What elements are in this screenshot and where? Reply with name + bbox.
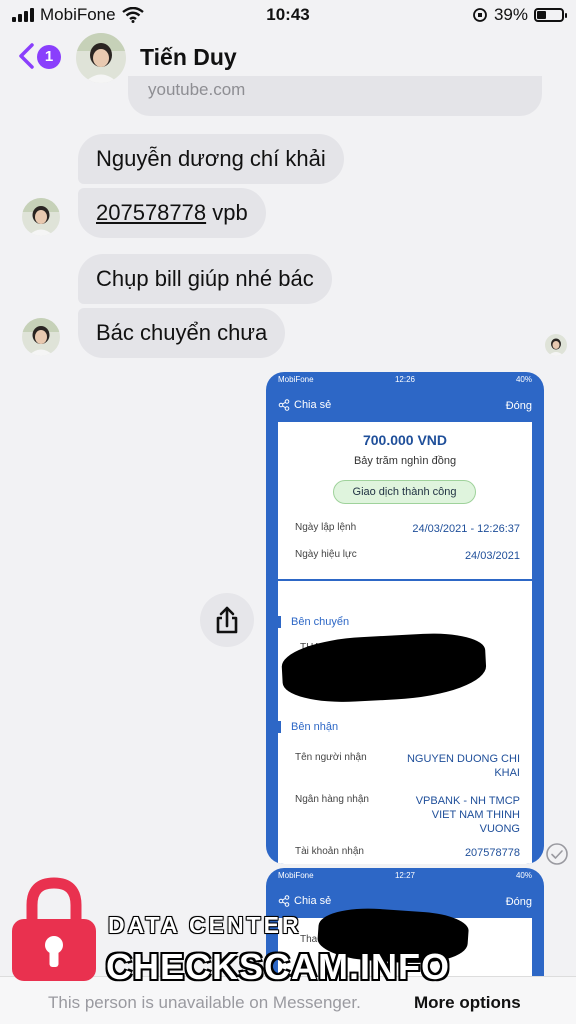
message-text: vpb <box>206 200 248 225</box>
message-bubble-4[interactable]: Bác chuyển chưa <box>78 308 286 358</box>
receipt-battery: 40% <box>515 871 532 880</box>
receipt-amount-words: Bảy trăm nghìn đồng <box>353 455 457 467</box>
receipt-time: 12:26 <box>394 375 416 384</box>
share-nodes-icon <box>278 399 290 411</box>
share-nodes-icon <box>278 895 290 907</box>
receipt-share: Chia sẻ <box>278 895 331 907</box>
read-receipt-avatar <box>545 334 567 356</box>
receipt-sender-section: Bên chuyển <box>278 616 349 628</box>
receipt-partial-text: Tha <box>300 934 318 945</box>
message-text: Bác chuyển chưa <box>96 320 268 345</box>
share-icon <box>216 606 238 634</box>
receipt-divider <box>266 579 544 581</box>
watermark-line-2: CHECKSCAM.INFO <box>106 946 450 987</box>
watermark-line-1: DATA CENTER <box>108 912 302 938</box>
receipt-bank-row: Ngân hàng nhận VPBANK - NH TMCP VIET NAM… <box>295 794 520 835</box>
contact-avatar[interactable] <box>76 33 126 83</box>
message-bubble-2[interactable]: 207578778 vpb <box>78 188 266 238</box>
receipt-time: 12:27 <box>394 871 416 880</box>
padlock-logo-icon <box>12 877 96 981</box>
sender-avatar[interactable] <box>22 318 60 356</box>
battery-icon <box>534 8 567 22</box>
receipt-status-badge: Giao dịch thành công <box>333 480 476 504</box>
receipt-receiver-section: Bên nhận <box>278 721 338 733</box>
orientation-lock-icon <box>473 8 487 22</box>
message-text: Nguyễn dương chí khải <box>96 146 326 171</box>
delivered-check-icon <box>546 843 568 865</box>
message-bubble-3[interactable]: Chụp bill giúp nhé bác <box>78 254 332 304</box>
back-chevron-icon[interactable] <box>16 42 38 70</box>
more-options-button[interactable]: More options <box>414 993 521 1013</box>
message-bubble-1[interactable]: Nguyễn dương chí khải <box>78 134 344 184</box>
messenger-screen: MobiFone 10:43 39% 1 Tiến Duy youtube.co… <box>0 0 576 1024</box>
unavailable-notice: This person is unavailable on Messenger. <box>48 993 361 1012</box>
receipt-effective-row: Ngày hiệu lực 24/03/2021 <box>295 549 520 562</box>
receipt-account-row: Tài khoản nhận 207578778 <box>295 846 520 859</box>
receipt-card: 700.000 VND Bảy trăm nghìn đồng Giao dịc… <box>266 422 544 864</box>
message-text: Chụp bill giúp nhé bác <box>96 266 314 291</box>
sender-avatar[interactable] <box>22 198 60 236</box>
contact-name[interactable]: Tiến Duy <box>140 44 237 71</box>
receipt-share: Chia sẻ <box>278 399 331 411</box>
receipt-amount: 700.000 VND <box>362 432 448 448</box>
unread-count-badge[interactable]: 1 <box>37 45 61 69</box>
receipt-close: Đóng <box>505 896 532 908</box>
receipt-receiver-name-row: Tên người nhận NGUYEN DUONG CHI KHAI <box>295 752 520 779</box>
receipt-created-row: Ngày lập lệnh 24/03/2021 - 12:26:37 <box>295 522 520 535</box>
receipt-battery: 40% <box>515 375 532 384</box>
transfer-receipt-image[interactable]: MobiFone 12:26 40% Chia sẻ Đóng 700.000 … <box>266 372 544 864</box>
previous-link-text: youtube.com <box>148 80 246 99</box>
battery-percent: 39% <box>493 5 528 24</box>
receipt-close: Đóng <box>505 400 532 412</box>
status-bar: MobiFone 10:43 39% <box>0 0 576 30</box>
account-number-link[interactable]: 207578778 <box>96 200 206 225</box>
share-button[interactable] <box>200 593 254 647</box>
